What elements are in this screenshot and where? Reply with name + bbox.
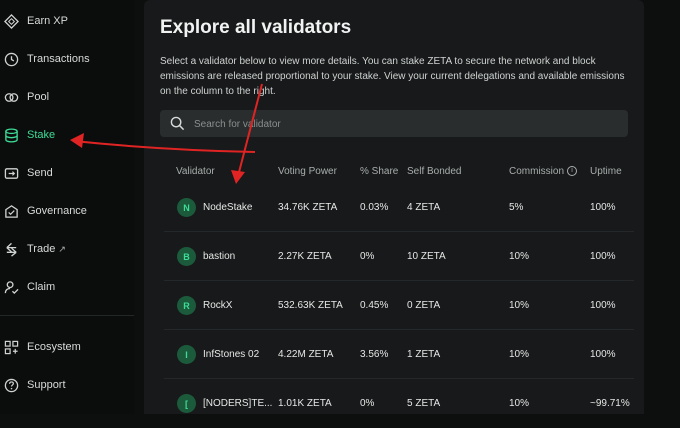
sidebar-item-support[interactable]: Support <box>0 370 134 400</box>
sidebar-item-label: Transactions <box>27 53 90 65</box>
table-row[interactable]: I InfStones 02 4.22M ZETA 3.56% 1 ZETA 1… <box>164 330 634 379</box>
validator-avatar: I <box>177 345 196 364</box>
search-icon <box>170 116 185 131</box>
sidebar-item-governance[interactable]: Governance <box>0 196 134 226</box>
commission: 10% <box>509 398 530 409</box>
table-row[interactable]: B bastion 2.27K ZETA 0% 10 ZETA 10% 100% <box>164 232 634 281</box>
column-header-uptime[interactable]: Uptime <box>590 166 622 177</box>
validator-name: InfStones 02 <box>203 349 260 360</box>
sidebar-item-label: Send <box>27 167 53 179</box>
page-title: Explore all validators <box>160 17 352 38</box>
table-row[interactable]: N NodeStake 34.76K ZETA 0.03% 4 ZETA 5% … <box>164 183 634 232</box>
database-icon <box>3 127 19 143</box>
commission: 10% <box>509 251 530 262</box>
diamond-icon <box>3 13 19 29</box>
table-row[interactable]: R RockX 532.63K ZETA 0.45% 0 ZETA 10% 10… <box>164 281 634 330</box>
voting-power: 2.27K ZETA <box>278 251 332 262</box>
commission: 10% <box>509 349 530 360</box>
pool-icon <box>3 89 19 105</box>
self-bonded: 4 ZETA <box>407 202 441 213</box>
validator-name: RockX <box>203 300 233 311</box>
self-bonded: 5 ZETA <box>407 398 441 409</box>
uptime: ~99.71% <box>590 398 630 409</box>
voting-power: 1.01K ZETA <box>278 398 332 409</box>
validator-name: bastion <box>203 251 236 262</box>
share: 0.03% <box>360 202 389 213</box>
sidebar-item-label: Claim <box>27 281 56 293</box>
trade-icon <box>3 241 19 257</box>
help-icon <box>3 377 19 393</box>
share: 0.45% <box>360 300 389 311</box>
info-icon[interactable]: i <box>567 166 578 177</box>
validators-panel: Explore all validators Select a validato… <box>144 0 644 414</box>
column-header-commission[interactable]: Commission i <box>509 166 578 177</box>
column-header-self-bonded[interactable]: Self Bonded <box>407 166 462 177</box>
validator-avatar: [ <box>177 394 196 413</box>
column-header-validator[interactable]: Validator <box>176 166 215 177</box>
search-bar[interactable] <box>160 110 628 139</box>
sidebar-item-pool[interactable]: Pool <box>0 82 134 112</box>
uptime: 100% <box>590 349 616 360</box>
self-bonded: 10 ZETA <box>407 251 446 262</box>
send-icon <box>3 165 19 181</box>
sidebar-item-earn-xp[interactable]: Earn XP <box>0 6 134 36</box>
uptime: 100% <box>590 202 616 213</box>
governance-icon <box>3 203 19 219</box>
voting-power: 4.22M ZETA <box>278 349 334 360</box>
validator-name: NodeStake <box>203 202 253 213</box>
table-row[interactable]: [ [NODERS]TE... 1.01K ZETA 0% 5 ZETA 10%… <box>164 379 634 428</box>
sidebar-item-transactions[interactable]: Transactions <box>0 44 134 74</box>
sidebar-item-trade[interactable]: Trade ↗ <box>0 234 134 264</box>
sidebar-divider <box>0 315 134 316</box>
external-link-icon: ↗ <box>58 244 66 254</box>
search-input[interactable] <box>192 110 616 139</box>
share: 3.56% <box>360 349 389 360</box>
share: 0% <box>360 398 375 409</box>
claim-icon <box>3 279 19 295</box>
voting-power: 532.63K ZETA <box>278 300 343 311</box>
validator-avatar: R <box>177 296 196 315</box>
validator-name: [NODERS]TE... <box>203 398 273 409</box>
uptime: 100% <box>590 251 616 262</box>
column-header-share[interactable]: % Share <box>360 166 398 177</box>
sidebar-item-label: Trade ↗ <box>27 243 66 255</box>
self-bonded: 0 ZETA <box>407 300 441 311</box>
self-bonded: 1 ZETA <box>407 349 441 360</box>
uptime: 100% <box>590 300 616 311</box>
sidebar-item-claim[interactable]: Claim <box>0 272 134 302</box>
sidebar-item-label: Pool <box>27 91 50 103</box>
ecosystem-icon <box>3 339 19 355</box>
sidebar-item-label: Stake <box>27 129 56 141</box>
sidebar-item-stake[interactable]: Stake <box>0 120 134 150</box>
sidebar-item-label: Ecosystem <box>27 341 81 353</box>
validator-avatar: N <box>177 198 196 217</box>
sidebar: Earn XP Transactions Pool Stake Send Gov… <box>0 0 134 414</box>
sidebar-item-ecosystem[interactable]: Ecosystem <box>0 332 134 362</box>
column-header-voting-power[interactable]: Voting Power <box>278 166 337 177</box>
voting-power: 34.76K ZETA <box>278 202 338 213</box>
sidebar-item-label: Governance <box>27 205 87 217</box>
page-description: Select a validator below to view more de… <box>160 56 625 97</box>
validator-avatar: B <box>177 247 196 266</box>
commission: 10% <box>509 300 530 311</box>
sidebar-item-label: Earn XP <box>27 15 68 27</box>
share: 0% <box>360 251 375 262</box>
clock-icon <box>3 51 19 67</box>
sidebar-item-send[interactable]: Send <box>0 158 134 188</box>
sidebar-item-label: Support <box>27 379 66 391</box>
commission: 5% <box>509 202 524 213</box>
